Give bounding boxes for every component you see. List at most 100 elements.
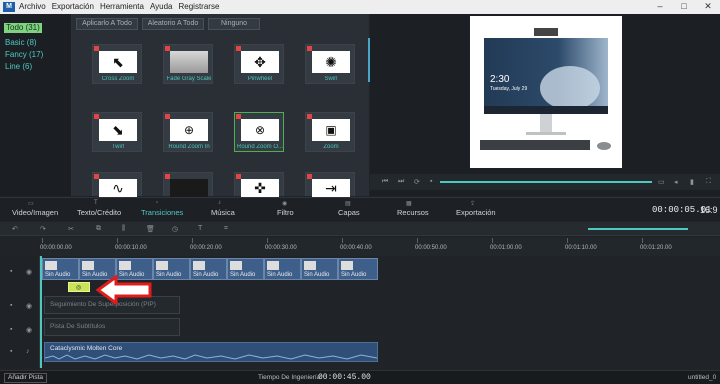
video-clip[interactable]: Sin Audio: [227, 258, 264, 280]
apply-all-button[interactable]: Aplicarlo A Todo: [76, 18, 138, 30]
monitor-image: [480, 28, 611, 150]
transition-item[interactable]: [163, 172, 213, 197]
ruler-tick: 00:00:40.00: [340, 245, 372, 251]
menu-ayuda[interactable]: Ayuda: [150, 0, 173, 14]
preview-progress-bar[interactable]: [440, 181, 652, 183]
cut-icon[interactable]: ✂: [68, 225, 74, 233]
transition-category-list: Todo (31) Basic (8) Fancy (17) Line (6): [0, 14, 72, 196]
none-button[interactable]: Ninguno: [208, 18, 260, 30]
project-time-value: 00:00:45.00: [318, 373, 371, 382]
video-clip[interactable]: Sin Audio: [301, 258, 338, 280]
copy-icon[interactable]: ⧉: [96, 225, 101, 233]
blob-icon: [170, 179, 208, 197]
transition-item[interactable]: ✜: [234, 172, 284, 197]
tab-transiciones[interactable]: Transiciones: [141, 208, 183, 217]
transition-item[interactable]: ⇥: [305, 172, 355, 197]
split-icon[interactable]: ⫼: [122, 225, 125, 233]
add-track-button[interactable]: Añadir Pista: [4, 373, 48, 383]
zoom-slider[interactable]: [588, 228, 688, 230]
visibility-icon[interactable]: ◉: [26, 326, 32, 334]
menu-registrarse[interactable]: Registrarse: [179, 0, 220, 14]
visibility-icon[interactable]: ◉: [26, 302, 32, 310]
step-back-icon[interactable]: ⏮: [382, 178, 388, 186]
category-todo[interactable]: Todo (31): [4, 23, 42, 33]
transition-marker-icon: ◎: [76, 285, 82, 291]
transition-marker[interactable]: ◎: [68, 282, 90, 292]
transition-fade-gray-scale[interactable]: Fade Gray Scale: [163, 44, 213, 84]
tab-capas[interactable]: Capas: [338, 208, 360, 217]
zoom-in-arrows-icon: ⊕: [183, 123, 195, 137]
volume-icon[interactable]: ◂: [674, 178, 678, 186]
lock-icon[interactable]: ▪: [10, 268, 12, 275]
transition-label: Pinwheel: [247, 76, 273, 82]
step-forward-icon[interactable]: ⏭: [398, 178, 404, 186]
video-clip[interactable]: Sin Audio: [338, 258, 378, 280]
crop-icon[interactable]: ⌗: [224, 225, 228, 233]
audio-track-icon[interactable]: ♪: [26, 348, 30, 355]
fullscreen-icon[interactable]: ⛶: [706, 178, 711, 186]
ruler-tick: 00:01:10.00: [565, 245, 597, 251]
export-icon: ⇪: [470, 201, 476, 207]
transition-round-zoom-out[interactable]: ⊗ Round Zoom O...: [234, 112, 284, 152]
visibility-icon[interactable]: ◉: [26, 268, 32, 276]
audio-clip[interactable]: Cataclysmic Molten Core: [44, 342, 378, 362]
lock-icon[interactable]: ▪: [10, 302, 12, 309]
transition-cross-zoom[interactable]: ⬉ Cross Zoom: [92, 44, 142, 84]
close-button[interactable]: ✕: [698, 0, 718, 14]
loop-icon[interactable]: ⟳: [414, 178, 420, 186]
minimize-button[interactable]: –: [650, 0, 670, 14]
video-clip[interactable]: Sin Audio: [42, 258, 79, 280]
transition-label: Zoom: [323, 144, 339, 150]
category-line[interactable]: Line (6): [5, 62, 32, 71]
transition-item[interactable]: ∿: [92, 172, 142, 197]
tab-musica[interactable]: Música: [211, 208, 235, 217]
text-tool-icon[interactable]: T: [198, 225, 202, 232]
video-clip[interactable]: Sin Audio: [190, 258, 227, 280]
transition-zoom[interactable]: ▣ Zoom: [305, 112, 355, 152]
ruler-tick: 00:00:20.00: [190, 245, 222, 251]
category-fancy[interactable]: Fancy (17): [5, 50, 43, 59]
ruler-tick: 00:01:00.00: [490, 245, 522, 251]
transition-twirl[interactable]: ⬊ Twirl: [92, 112, 142, 152]
audio-waveform: [45, 354, 377, 360]
ruler-tick: 00:01:20.00: [640, 245, 672, 251]
speed-icon[interactable]: ◷: [172, 225, 178, 233]
subtitle-track[interactable]: Pista De Subtítulos: [44, 318, 180, 336]
random-all-button[interactable]: Aleatorio A Todo: [142, 18, 204, 30]
tab-video-imagen[interactable]: Video/Imagen: [12, 208, 58, 217]
tab-filtro[interactable]: Filtro: [277, 208, 294, 217]
menu-exportacion[interactable]: Exportación: [52, 0, 94, 14]
lock-icon[interactable]: ▪: [10, 326, 12, 333]
play-icon[interactable]: ▪: [430, 178, 432, 185]
menu-bar: Archivo Exportación Herramienta Ayuda Re…: [19, 0, 219, 14]
transition-round-zoom-in[interactable]: ⊕ Round Zoom In: [163, 112, 213, 152]
wave-icon: ∿: [112, 180, 124, 196]
lock-icon[interactable]: ▪: [10, 348, 12, 355]
twirl-icon: ⬊: [112, 122, 124, 138]
undo-icon[interactable]: ↶: [12, 225, 18, 233]
menu-herramienta[interactable]: Herramienta: [100, 0, 144, 14]
screen-date-text: Tuesday, July 29: [490, 86, 528, 92]
delete-icon[interactable]: 🗑: [146, 225, 155, 233]
tab-recursos[interactable]: Recursos: [397, 208, 429, 217]
audio-clip-label: Cataclysmic Molten Core: [50, 345, 123, 352]
video-clip[interactable]: Sin Audio: [264, 258, 301, 280]
video-clip[interactable]: Sin Audio: [153, 258, 190, 280]
category-basic[interactable]: Basic (8): [5, 38, 37, 47]
text-icon: T: [94, 200, 98, 206]
maximize-button[interactable]: □: [674, 0, 694, 14]
menu-archivo[interactable]: Archivo: [19, 0, 46, 14]
resources-icon: ▦: [406, 201, 412, 207]
filter-icon: ◉: [282, 201, 288, 207]
zoom-rect-icon: ▣: [325, 123, 337, 137]
tab-exportacion[interactable]: Exportación: [456, 208, 496, 217]
tab-texto-credito[interactable]: Texto/Crédito: [77, 208, 121, 217]
aspect-ratio[interactable]: 16:9: [700, 205, 718, 215]
snapshot-icon[interactable]: ▭: [658, 178, 665, 186]
transition-swirl[interactable]: ✺ Swirl: [305, 44, 355, 84]
settings-icon[interactable]: ▮: [690, 178, 694, 186]
transition-pinwheel[interactable]: ✥ Pinwheel: [234, 44, 284, 84]
redo-icon[interactable]: ↷: [40, 225, 46, 233]
gray-fade-icon: [170, 51, 208, 73]
annotation-arrow-left-icon: [96, 275, 152, 305]
